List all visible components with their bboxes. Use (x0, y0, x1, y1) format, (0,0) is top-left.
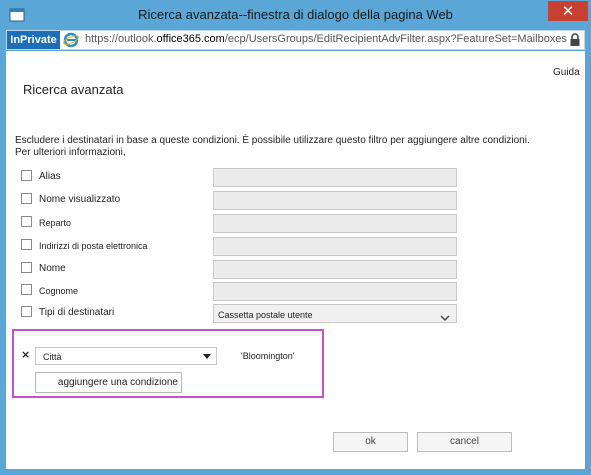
display-name-checkbox[interactable] (21, 193, 32, 204)
url-path: /ecp/UsersGroups/EditRecipientAdvFilter.… (224, 33, 567, 45)
condition-builder: × Città 'Bloomington' aggiungere una con… (12, 329, 324, 398)
first-name-input[interactable] (213, 260, 457, 279)
close-button[interactable]: ✕ (548, 1, 588, 21)
description: Escludere i destinatari in base a queste… (15, 135, 575, 159)
url-host: office365.com (156, 33, 225, 45)
recipient-type-select[interactable]: Cassetta postale utente (213, 304, 457, 323)
last-name-checkbox[interactable] (21, 284, 32, 295)
url-text: https://outlook.office365.com/ecp/UsersG… (85, 33, 567, 45)
condition-value-link[interactable]: 'Bloomington' (241, 351, 294, 361)
url-prefix: https://outlook. (85, 33, 157, 45)
last-name-label: Cognome (39, 286, 79, 296)
condition-field-select[interactable]: Città (35, 347, 217, 365)
remove-condition-icon[interactable]: × (21, 348, 30, 361)
recipient-type-checkbox[interactable] (21, 306, 32, 317)
field-row-first-name: Nome (6, 260, 585, 280)
window-title: Ricerca avanzata--finestra di dialogo de… (138, 7, 453, 22)
field-row-alias: Alias (6, 168, 585, 188)
internet-explorer-icon (63, 32, 79, 48)
page-icon (8, 6, 26, 24)
alias-input[interactable] (213, 168, 457, 187)
page-title: Ricerca avanzata (23, 82, 124, 97)
add-condition-button[interactable]: aggiungere una condizione (35, 372, 182, 393)
address-bar[interactable]: InPrivate https://outlook.office365.com/… (6, 30, 585, 50)
first-name-label: Nome (39, 263, 66, 274)
dialog-content: Guida Ricerca avanzata Escludere i desti… (6, 51, 585, 469)
condition-field-value: Città (43, 352, 62, 362)
department-checkbox[interactable] (21, 216, 32, 227)
inprivate-badge: InPrivate (7, 31, 60, 49)
field-row-department: Reparto (6, 214, 585, 234)
email-addresses-checkbox[interactable] (21, 239, 32, 250)
description-line: Per ulteriori informazioni, (15, 147, 126, 158)
email-addresses-input[interactable] (213, 237, 457, 256)
description-line: Escludere i destinatari in base a queste… (15, 135, 530, 146)
department-input[interactable] (213, 214, 457, 233)
alias-label: Alias (39, 171, 61, 182)
recipient-type-label: Tipi di destinatari (39, 307, 115, 318)
display-name-label: Nome visualizzato (39, 194, 121, 205)
display-name-input[interactable] (213, 191, 457, 210)
field-row-email-addresses: Indirizzi di posta elettronica (6, 237, 585, 257)
last-name-input[interactable] (213, 282, 457, 301)
field-row-last-name: Cognome (6, 282, 585, 302)
first-name-checkbox[interactable] (21, 262, 32, 273)
title-bar: Ricerca avanzata--finestra di dialogo de… (0, 0, 591, 30)
lock-icon[interactable] (569, 33, 581, 47)
dropdown-arrow-icon (203, 354, 211, 359)
cancel-button[interactable]: cancel (417, 432, 512, 452)
alias-checkbox[interactable] (21, 170, 32, 181)
help-link[interactable]: Guida (553, 67, 580, 78)
department-label: Reparto (39, 218, 72, 228)
field-row-recipient-type: Tipi di destinatari Cassetta postale ute… (6, 304, 585, 324)
chevron-down-icon (440, 309, 450, 321)
field-row-display-name: Nome visualizzato (6, 191, 585, 211)
email-addresses-label: Indirizzi di posta elettronica (39, 241, 148, 251)
browser-window: Ricerca avanzata--finestra di dialogo de… (0, 0, 591, 475)
ok-button[interactable]: ok (333, 432, 408, 452)
recipient-type-value: Cassetta postale utente (218, 310, 313, 320)
